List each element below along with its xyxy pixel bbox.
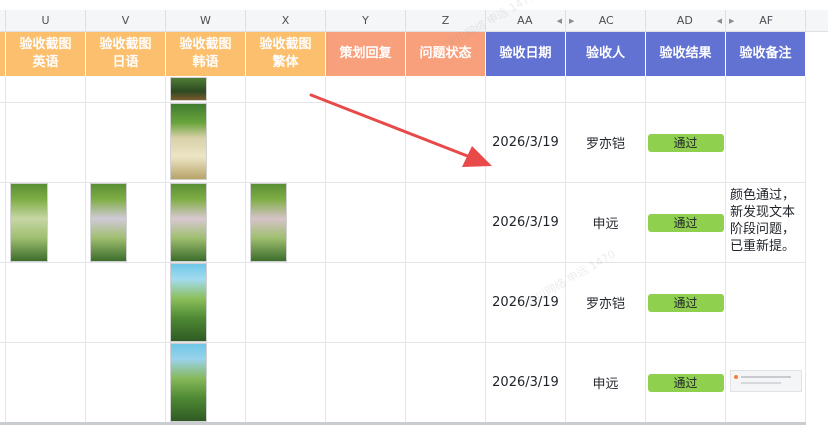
annotation-arrow-icon	[309, 93, 492, 167]
